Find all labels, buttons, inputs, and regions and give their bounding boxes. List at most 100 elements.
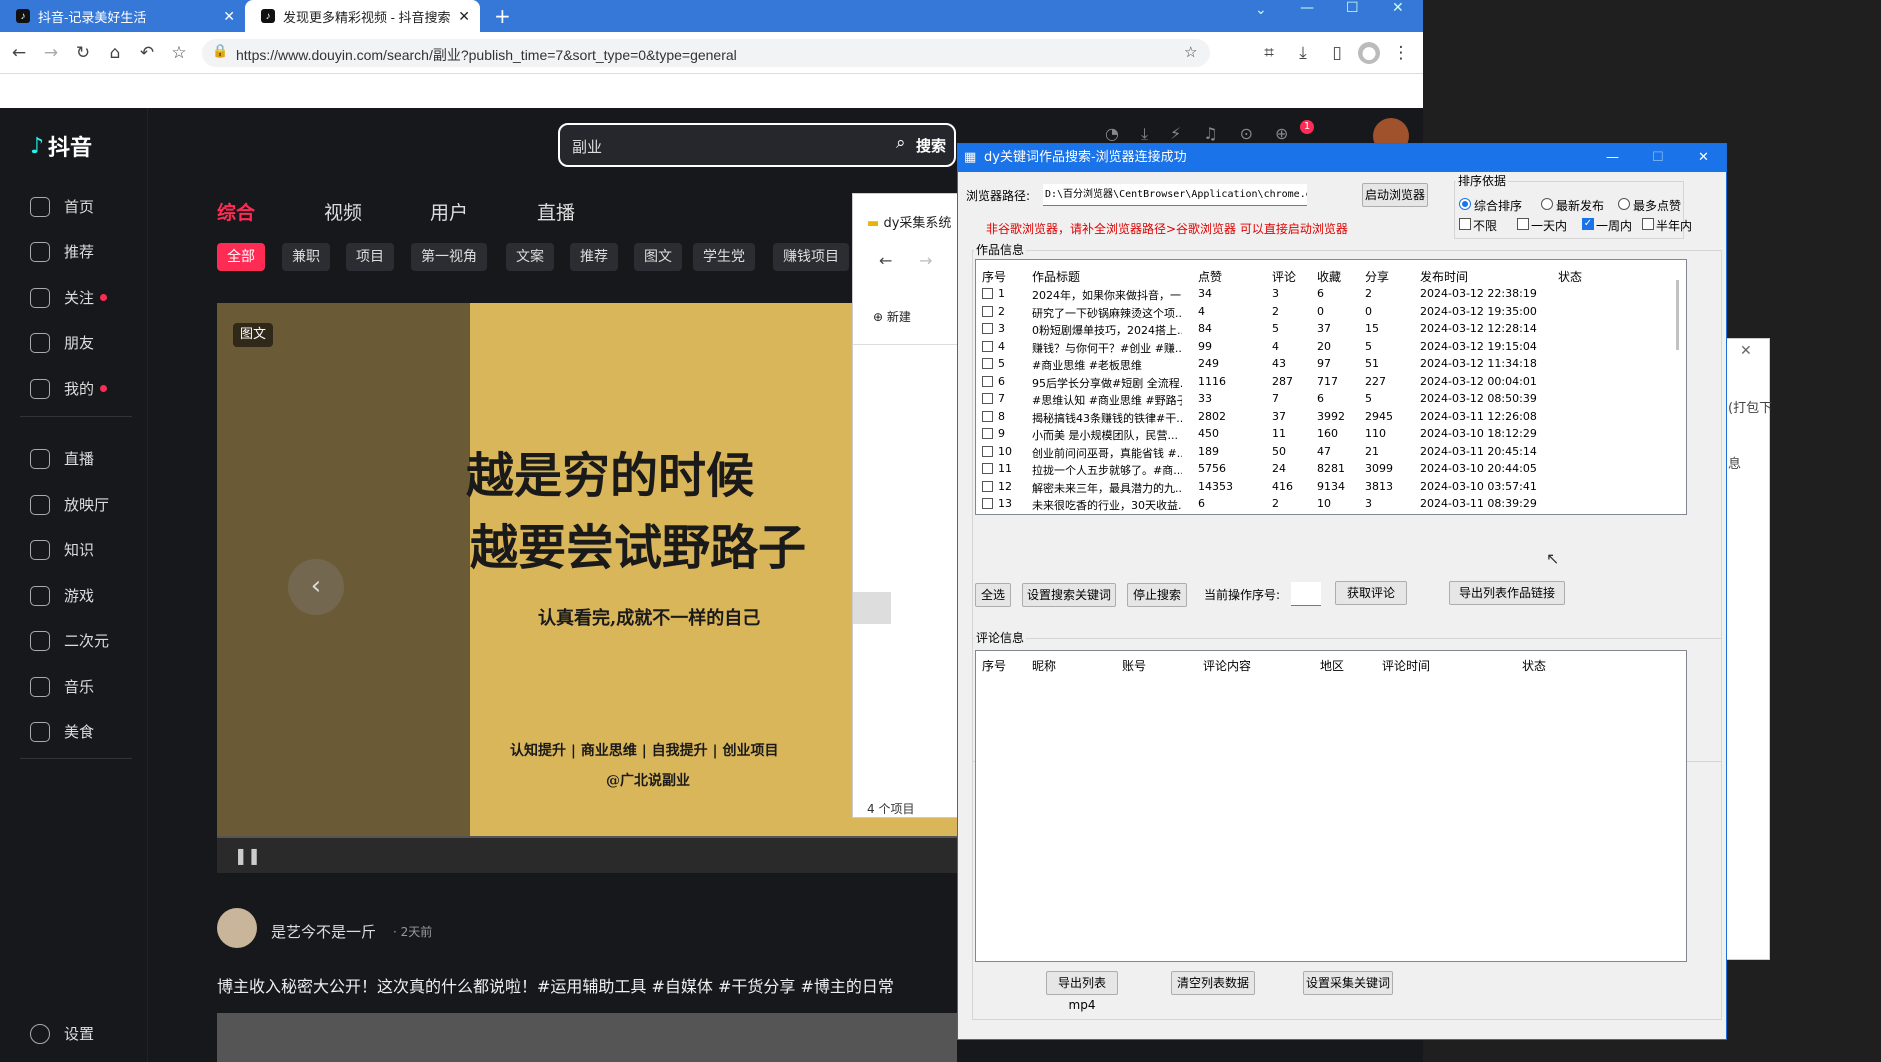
sidebar-item-music[interactable]: 音乐	[30, 676, 94, 697]
download-icon[interactable]: ⤓	[1292, 42, 1314, 64]
set-collect-keyword-button[interactable]: 设置采集关键词	[1303, 971, 1393, 995]
chip-student[interactable]: 学生党	[693, 243, 755, 271]
next-video-thumb[interactable]	[217, 1013, 957, 1062]
col-title[interactable]: 作品标题	[1032, 268, 1080, 285]
home-icon[interactable]: ⌂	[104, 42, 126, 64]
profile-icon[interactable]: ●	[1358, 42, 1380, 64]
new-tab-icon[interactable]: +	[494, 4, 511, 28]
table-row[interactable]: 7 #思维认知 #商业思维 #野路子 33 7 6 5 2024-03-12 08:50:3…	[976, 391, 1686, 408]
time-checkbox-halfyear[interactable]	[1642, 218, 1654, 230]
back-icon[interactable]: ←	[879, 251, 892, 270]
works-table[interactable]: 序号 作品标题 点赞 评论 收藏 分享 发布时间 状态 1 2024年，如果你来做…	[975, 259, 1687, 515]
row-checkbox[interactable]	[982, 305, 993, 317]
sidebar-item-games[interactable]: 游戏	[30, 585, 94, 606]
author-name[interactable]: 是艺今不是一斤	[271, 921, 376, 942]
close-window-icon[interactable]: ✕	[1392, 0, 1404, 16]
row-checkbox[interactable]	[982, 445, 993, 457]
chip-parttime[interactable]: 兼职	[282, 243, 330, 271]
undo-icon[interactable]: ↶	[136, 42, 158, 64]
row-checkbox[interactable]	[982, 480, 993, 492]
table-row[interactable]: 13 未来很吃香的行业，30天收益... 6 2 10 3 2024-03-11 08:39…	[976, 496, 1686, 513]
tab-live[interactable]: 直播	[537, 198, 575, 225]
chip-image-text[interactable]: 图文	[634, 243, 682, 271]
address-bar[interactable]: 🔒 https://www.douyin.com/search/副业?publi…	[202, 39, 1210, 67]
tab-general[interactable]: 综合	[217, 198, 255, 225]
table-row[interactable]: 14 2024仍然很迷茫的人看过来!!... 119 11 51 26 2024-03-11…	[976, 514, 1686, 515]
table-row[interactable]: 10 创业前问问巫哥，真能省钱 #... 189 50 47 21 2024-03-11 2…	[976, 444, 1686, 461]
table-row[interactable]: 6 95后学长分享做#短剧 全流程... 1116 287 717 227 2024-03-…	[976, 374, 1686, 391]
table-row[interactable]: 3 0粉短剧爆单技巧，2024搭上... 84 5 37 15 2024-03-12 12:…	[976, 321, 1686, 338]
progress-track[interactable]	[217, 836, 957, 838]
minimize-icon[interactable]: —	[1606, 144, 1619, 172]
url-text[interactable]: https://www.douyin.com/search/副业?publish…	[236, 45, 737, 65]
table-row[interactable]: 11 拉拢一个人五步就够了。#商... 5756 24 8281 3099 2024-03-…	[976, 461, 1686, 478]
sidebar-item-follow[interactable]: 关注	[30, 287, 108, 308]
chip-all[interactable]: 全部	[217, 243, 265, 271]
row-checkbox[interactable]	[982, 375, 993, 387]
get-comments-button[interactable]: 获取评论	[1335, 581, 1407, 605]
ccol-nickname[interactable]: 昵称	[1032, 657, 1056, 674]
table-row[interactable]: 2 研究了一下砂锅麻辣烫这个项... 4 2 0 0 2024-03-12 19:35:00	[976, 304, 1686, 321]
selected-nav-item[interactable]	[853, 592, 891, 624]
col-status[interactable]: 状态	[1558, 268, 1582, 285]
reload-icon[interactable]: ↻	[72, 42, 94, 64]
launch-browser-button[interactable]: 启动浏览器	[1362, 183, 1428, 207]
row-checkbox[interactable]	[982, 340, 993, 352]
table-row[interactable]: 5 #商业思维 #老板思维 249 43 97 51 2024-03-12 11:34:18	[976, 356, 1686, 373]
col-index[interactable]: 序号	[982, 268, 1006, 285]
maximize-icon[interactable]: ☐	[1652, 144, 1664, 172]
table-row[interactable]: 9 小而美 是小规模团队，民营... 450 11 160 110 2024-03-10 1…	[976, 426, 1686, 443]
sidebar-icon[interactable]: ▯	[1326, 42, 1348, 64]
sidebar-item-home[interactable]: 首页	[30, 196, 94, 217]
row-checkbox[interactable]	[982, 498, 993, 509]
menu-icon[interactable]: ⋮	[1390, 42, 1412, 64]
bookmark-star-icon[interactable]: ☆	[168, 42, 190, 64]
forward-icon[interactable]: →	[40, 42, 62, 64]
ccol-index[interactable]: 序号	[982, 657, 1006, 674]
chevron-down-icon[interactable]: ⌄	[1255, 2, 1267, 18]
export-mp4-button[interactable]: 导出列表mp4	[1046, 971, 1118, 1012]
ccol-status[interactable]: 状态	[1522, 657, 1546, 674]
table-row[interactable]: 8 揭秘搞钱43条赚钱的铁律#干... 2802 37 3992 2945 2024-03-…	[976, 409, 1686, 426]
sidebar-item-settings[interactable]: 设置	[30, 1023, 94, 1044]
chip-pov[interactable]: 第一视角	[411, 243, 487, 271]
col-likes[interactable]: 点赞	[1198, 268, 1222, 285]
table-row[interactable]: 4 赚钱？与你何干？#创业 #赚... 99 4 20 5 2024-03-12 19:15…	[976, 339, 1686, 356]
maximize-icon[interactable]: ☐	[1346, 0, 1359, 16]
col-comments[interactable]: 评论	[1272, 268, 1296, 285]
sidebar-item-knowledge[interactable]: 知识	[30, 539, 94, 560]
comments-table[interactable]: 序号 昵称 账号 评论内容 地区 评论时间 状态	[975, 650, 1687, 962]
new-button[interactable]: ⊕ 新建	[873, 308, 911, 325]
row-checkbox[interactable]	[982, 288, 993, 299]
chip-recommend[interactable]: 推荐	[570, 243, 618, 271]
current-index-input[interactable]	[1291, 582, 1321, 606]
time-checkbox-any[interactable]	[1459, 218, 1471, 230]
row-checkbox[interactable]	[982, 393, 993, 404]
tab-douyin-search[interactable]: ♪ 发现更多精彩视频 - 抖音搜索 ✕	[245, 0, 480, 32]
sidebar-item-recommend[interactable]: 推荐	[30, 241, 94, 262]
sidebar-item-friends[interactable]: 朋友	[30, 332, 94, 353]
search-button[interactable]: 搜索	[916, 135, 946, 156]
col-publish-time[interactable]: 发布时间	[1420, 268, 1468, 285]
row-checkbox[interactable]	[982, 428, 993, 439]
sidebar-item-theater[interactable]: 放映厅	[30, 494, 109, 515]
sort-radio-latest[interactable]	[1541, 198, 1553, 210]
search-input[interactable]: 副业	[572, 136, 602, 157]
sidebar-item-live[interactable]: 直播	[30, 448, 94, 469]
search-box[interactable]: 副业 ⌕ 搜索	[558, 123, 956, 167]
chip-money[interactable]: 赚钱项目	[773, 243, 849, 271]
close-icon[interactable]: ✕	[1740, 343, 1752, 359]
row-checkbox[interactable]	[982, 463, 993, 474]
ccol-account[interactable]: 账号	[1122, 657, 1146, 674]
pause-icon[interactable]: ❚❚	[234, 846, 261, 865]
sort-radio-general[interactable]	[1459, 198, 1471, 210]
sort-radio-likes[interactable]	[1618, 198, 1630, 210]
row-checkbox[interactable]	[982, 358, 993, 369]
tab-video[interactable]: 视频	[324, 198, 362, 225]
chip-project[interactable]: 项目	[346, 243, 394, 271]
chip-copy[interactable]: 文案	[506, 243, 554, 271]
sidebar-item-me[interactable]: 我的	[30, 378, 108, 399]
prev-slide-button[interactable]: ‹	[288, 559, 344, 615]
time-checkbox-week[interactable]: ✓	[1582, 218, 1594, 230]
time-checkbox-day[interactable]	[1517, 218, 1529, 230]
